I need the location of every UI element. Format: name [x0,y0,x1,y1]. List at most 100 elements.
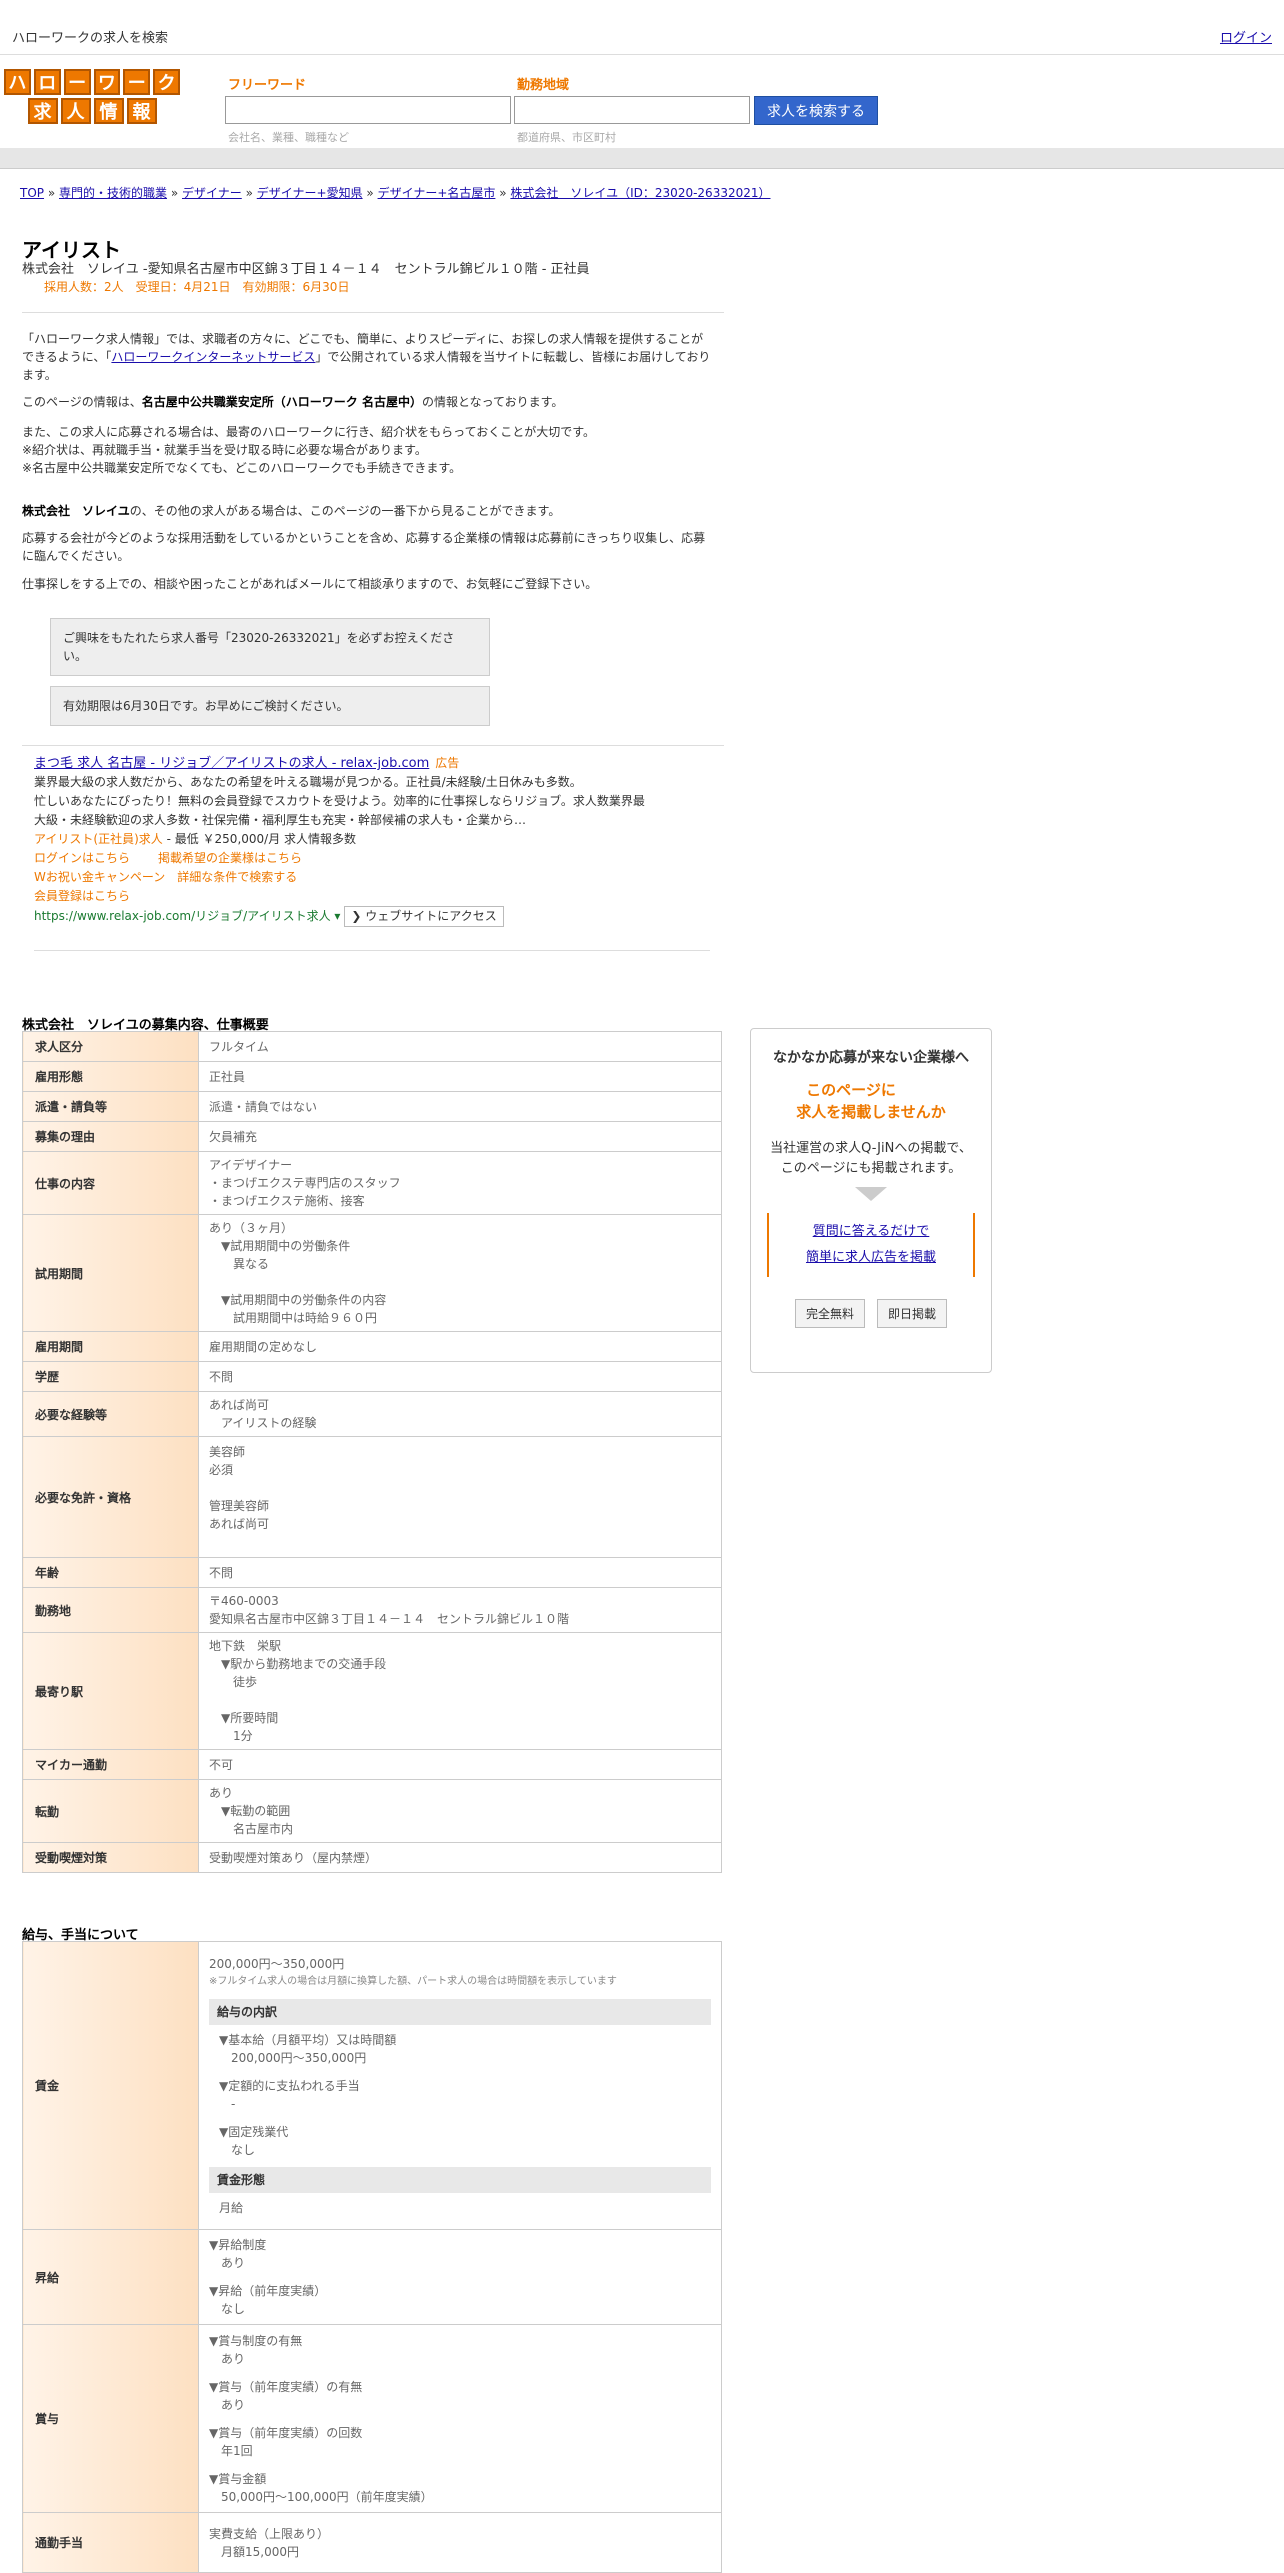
table-row: 学歴 不問 [22,1361,722,1392]
site-logo[interactable]: ハローワーク 求人情報 [4,69,180,127]
job-overview-table: 求人区分 フルタイム 雇用形態 正社員 派遣・請負等 派遣・請負ではない 募集の理由 欠員補充… [22,1031,722,1873]
keyword-label: フリーワード [228,78,307,93]
value-line [219,2113,711,2123]
value-line: ▼試用期間中の労働条件 [209,1239,351,1253]
row-key: 試用期間 [22,1214,199,1332]
divider [22,745,724,746]
ad-sitelink-register[interactable]: 会員登録はこちら [34,889,130,903]
table-row: 勤務地 〒460-0003 愛知県名古屋市中区錦３丁目１４－１４ セントラル錦ビル１… [22,1587,722,1633]
row-value: あり（３ヶ月） ▼試用期間中の労働条件 異なる ▼試用期間中の労働条件の内容 試… [198,1214,722,1332]
arrow-down-icon [855,1187,887,1201]
promo-link-questions[interactable]: 質問に答えるだけで [813,1224,930,1239]
value-line: ▼昇給制度 [209,2238,267,2252]
value-line: 不問 [209,1369,234,1384]
promo-link-post-ad[interactable]: 簡単に求人広告を掲載 [806,1250,936,1265]
row-value: 地下鉄 栄駅 ▼駅から勤務地までの交通手段 徒歩 ▼所要時間 1分 [198,1632,722,1750]
promo-orange-line-1: このページに [806,1081,896,1099]
intro-text: ※紹介状は、再就職手当・就業手当を受け取る時に必要な場合があります。 [22,443,427,457]
value-line: ▼定額的に支払われる手当 [219,2078,360,2093]
breadcrumb-link[interactable]: デザイナー+愛知県 [257,186,363,200]
intro-paragraph-1: 「ハローワーク求人情報」では、求職者の方々に、どこでも、簡単に、よりスピーディに… [22,330,714,384]
ad-block: まつ毛 求人 名古屋 - リジョブ／アイリストの求人 - relax-job.c… [34,754,654,927]
raise-value: ▼昇給制度 あり ▼昇給（前年度実績） なし [198,2229,722,2325]
commute-value: 実費支給（上限あり） 月額15,000円 [198,2512,722,2573]
row-value: 欠員補充 [198,1121,722,1152]
value-line: ▼固定残業代 [219,2124,289,2139]
value-line: 管理美容師 [209,1499,270,1513]
row-value: 〒460-0003 愛知県名古屋市中区錦３丁目１４－１４ セントラル錦ビル１０階 [198,1587,722,1633]
logo-char: ク [153,69,180,95]
value-line: ▼賞与（前年度実績）の回数 [209,2425,363,2440]
value-line: 実費支給（上限あり） [209,2526,330,2541]
hellowork-internet-link[interactable]: ハローワークインターネットサービス [111,350,315,364]
ad-sitelink-login[interactable]: ログインはこちら [34,851,130,865]
table-row: 最寄り駅 地下鉄 栄駅 ▼駅から勤務地までの交通手段 徒歩 ▼所要時間 1分 [22,1632,722,1750]
table-row: 試用期間 あり（３ヶ月） ▼試用期間中の労働条件 異なる ▼試用期間中の労働条件の… [22,1214,722,1332]
area-input[interactable] [514,96,750,124]
wage-form-heading: 賃金形態 [209,2166,711,2193]
login-link[interactable]: ログイン [1220,27,1272,46]
value-line: ▼賞与金額 [209,2471,267,2486]
table-row: 賃金 200,000円〜350,000円 ※フルタイム求人の場合は月額に換算した… [22,1941,722,2230]
logo-char: ロ [33,69,61,95]
promo-links: 質問に答えるだけで 簡単に求人広告を掲載 [767,1213,975,1277]
logo-char: ハ [4,69,31,95]
row-key: 必要な経験等 [22,1391,199,1437]
row-key: 求人区分 [22,1031,199,1062]
value-line: 愛知県名古屋市中区錦３丁目１４－１４ セントラル錦ビル１０階 [209,1612,570,1626]
value-line [209,1533,711,1551]
search-button[interactable]: 求人を検索する [754,96,878,125]
ad-sitelink-search[interactable]: 詳細な条件で検索する [177,870,297,884]
table-row: 年齢 不問 [22,1557,722,1588]
table-row: 雇用期間 雇用期間の定めなし [22,1331,722,1362]
row-value: 受動喫煙対策あり（屋内禁煙） [198,1842,722,1873]
value-line [209,2368,711,2378]
intro-text: また、この求人に応募される場合は、最寄のハローワークに行き、紹介状をもらっておく… [22,425,596,439]
bonus-key: 賞与 [22,2324,199,2513]
row-value: 不問 [198,1361,722,1392]
table-row: 雇用形態 正社員 [22,1061,722,1092]
office-name: 名古屋中公共職業安定所（ハローワーク 名古屋中） [141,395,422,409]
same-day-badge[interactable]: 即日掲載 [877,1299,948,1328]
value-line: 試用期間中は時給９６０円 [209,1311,378,1325]
breadcrumb-link[interactable]: TOP [20,186,44,200]
table-row: 昇給 ▼昇給制度 あり ▼昇給（前年度実績） なし [22,2229,722,2325]
visit-website-button[interactable]: ❯ ウェブサイトにアクセス [344,906,504,927]
ad-url-caret-icon: ▾ [330,909,341,923]
value-line: ▼転勤の範囲 [209,1804,291,1818]
table-row: 求人区分 フルタイム [22,1031,722,1062]
breadcrumb-link[interactable]: デザイナー+名古屋市 [378,186,496,200]
value-line: あり [209,2351,246,2366]
employer-promo-box: なかなか応募が来ない企業様へ このページに 求人を掲載しませんか 当社運営の求人… [750,1028,992,1373]
value-line: 〒460-0003 [209,1594,279,1608]
keyword-input[interactable] [225,96,511,124]
wage-range: 200,000円〜350,000円 [209,1956,345,1971]
ad-title-link[interactable]: まつ毛 求人 名古屋 - リジョブ／アイリストの求人 - relax-job.c… [34,756,429,771]
salary-key: 賃金 [22,1941,199,2230]
row-key: 派遣・請負等 [22,1091,199,1122]
table-row: 受動喫煙対策 受動喫煙対策あり（屋内禁煙） [22,1842,722,1873]
breadcrumb-link[interactable]: 株式会社 ソレイユ（ID：23020-26332021） [510,186,770,200]
intro-paragraph-6: 仕事探しをする上での、相談や困ったことがあればメールにて相談承りますので、お気軽… [22,577,598,591]
ad-body-1: 業界最大級の求人数だから、あなたの希望を叶える職場が見つかる。正社員/未経験/土… [34,775,582,789]
value-line: 1分 [209,1729,253,1743]
value-line: ▼駅から勤務地までの交通手段 [209,1657,387,1671]
intro-text: ※名古屋中公共職業安定所でなくても、どこのハローワークでも手続きできます。 [22,461,462,475]
commute-key: 通勤手当 [22,2512,199,2573]
ad-sitelink-job[interactable]: アイリスト(正社員)求人 [34,832,163,846]
intro-paragraph-4: 株式会社 ソレイユの、その他の求人がある場合は、このページの一番下から見ることが… [22,502,714,520]
value-line: 必須 [209,1463,234,1477]
breadcrumb-link[interactable]: デザイナー [182,186,242,200]
free-badge[interactable]: 完全無料 [794,1299,865,1328]
ad-url[interactable]: https://www.relax-job.com/リジョブ/アイリスト求人 [34,909,331,923]
wage-note: ※フルタイム求人の場合は月額に換算した額、パート求人の場合は時間額を表示していま… [209,1975,617,1987]
value-line: ▼試用期間中の労働条件の内容 [209,1293,387,1307]
value-line [209,2460,711,2470]
promo-orange-text: このページに 求人を掲載しませんか [751,1079,991,1123]
table-row: マイカー通勤 不可 [22,1749,722,1780]
breadcrumb-link[interactable]: 専門的・技術的職業 [59,186,167,200]
ad-sitelink-campaign[interactable]: Wお祝い金キャンペーン [34,870,165,884]
value-line: ▼賞与制度の有無 [209,2333,303,2348]
row-key: 最寄り駅 [22,1632,199,1750]
ad-sitelink-company[interactable]: 掲載希望の企業様はこちら [158,851,302,865]
